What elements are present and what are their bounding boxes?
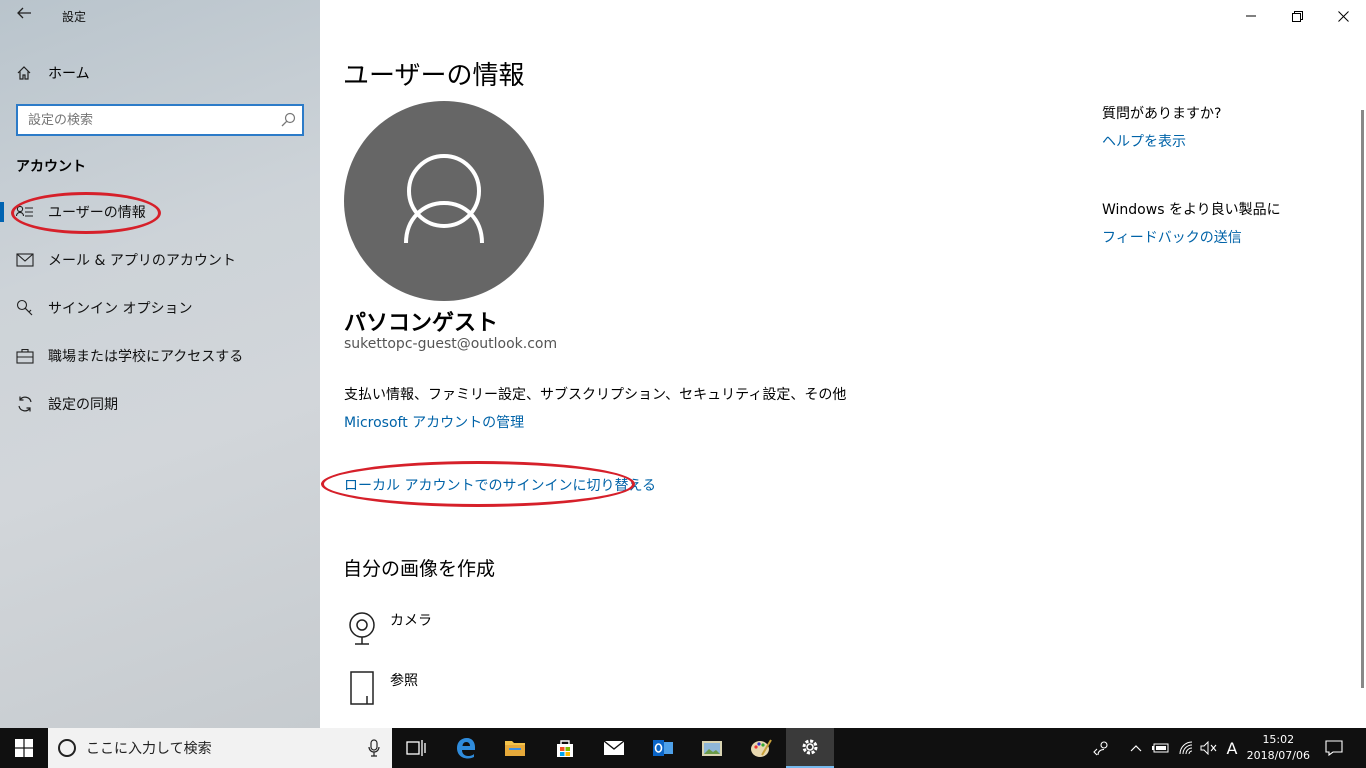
user-email: sukettopc-guest@outlook.com [344, 336, 558, 352]
create-picture-heading: 自分の画像を作成 [343, 558, 496, 580]
home-icon [16, 65, 32, 81]
window-title: 設定 [62, 10, 87, 24]
file-explorer-button[interactable] [491, 728, 539, 768]
taskbar-search[interactable]: ここに入力して検索 [48, 728, 392, 768]
help-question: 質問がありますか? [1102, 106, 1222, 122]
minimize-icon [1246, 15, 1256, 17]
browse-icon [344, 670, 380, 706]
settings-sidebar: 設定 ホーム アカウント ユーザーの情報 メール & アプリのアカウント サイン… [0, 0, 320, 728]
sidebar-item-sync[interactable]: 設定の同期 [0, 384, 320, 424]
paint-icon [751, 739, 772, 757]
settings-search[interactable] [16, 104, 304, 136]
sidebar-item-email-accounts[interactable]: メール & アプリのアカウント [0, 240, 320, 280]
show-hidden-icons-button[interactable] [1126, 728, 1146, 768]
sidebar-item-user-info[interactable]: ユーザーの情報 [0, 192, 320, 232]
scrollbar[interactable] [1361, 110, 1364, 688]
photo-viewer-icon [702, 741, 722, 756]
search-icon[interactable] [280, 112, 296, 128]
edge-icon [457, 738, 475, 759]
user-display-name: パソコンゲスト [344, 311, 499, 336]
page-title: ユーザーの情報 [343, 61, 525, 91]
minimize-button[interactable] [1228, 0, 1274, 32]
sidebar-item-sign-in-options[interactable]: サインイン オプション [0, 288, 320, 328]
main-content: ユーザーの情報 パソコンゲスト sukettopc-guest@outlook.… [320, 0, 1366, 728]
key-icon [16, 299, 34, 317]
mail-app-icon [603, 740, 625, 755]
camera-icon [344, 610, 380, 646]
taskbar: ここに入力して検索 A 15:02 2018/07/06 [0, 728, 1366, 768]
start-button[interactable] [0, 728, 48, 768]
edge-button[interactable] [442, 728, 490, 768]
user-info-icon [16, 203, 34, 221]
windows-logo-icon [15, 739, 33, 757]
feedback-title: Windows をより良い製品に [1102, 202, 1281, 218]
sync-icon [16, 395, 34, 413]
sidebar-item-label: メール & アプリのアカウント [48, 253, 236, 269]
account-description: 支払い情報、ファミリー設定、サブスクリプション、セキュリティ設定、その他 [344, 387, 847, 403]
battery-button[interactable] [1150, 728, 1172, 768]
settings-search-input[interactable] [18, 106, 268, 134]
people-icon [1093, 741, 1108, 756]
folder-icon [505, 741, 525, 756]
clock-time: 15:02 [1262, 733, 1295, 746]
cortana-icon [58, 739, 76, 757]
outlook-icon [653, 740, 673, 756]
volume-muted-icon [1200, 741, 1217, 755]
sidebar-item-label: 職場または学校にアクセスする [48, 349, 244, 365]
outlook-button[interactable] [639, 728, 687, 768]
chevron-up-icon [1130, 745, 1142, 752]
settings-app-button[interactable] [786, 728, 834, 768]
manage-microsoft-account-link[interactable]: Microsoft アカウントの管理 [344, 412, 524, 432]
browse-option-label: 参照 [390, 673, 418, 689]
task-view-icon [406, 740, 426, 756]
switch-local-account-link[interactable]: ローカル アカウントでのサインインに切り替える [344, 475, 656, 495]
photos-button[interactable] [688, 728, 736, 768]
network-button[interactable] [1176, 728, 1198, 768]
ime-indicator[interactable]: A [1222, 728, 1242, 768]
user-placeholder-icon [404, 154, 484, 244]
store-button[interactable] [541, 728, 589, 768]
sidebar-item-label: 設定の同期 [48, 397, 118, 413]
people-button[interactable] [1088, 728, 1116, 768]
restore-icon [1291, 10, 1303, 22]
microphone-icon[interactable] [368, 739, 380, 761]
gear-icon [802, 739, 818, 755]
clock-date: 2018/07/06 [1246, 749, 1310, 762]
mail-icon [16, 251, 34, 269]
camera-option-label: カメラ [390, 613, 432, 629]
help-link[interactable]: ヘルプを表示 [1102, 131, 1186, 151]
avatar [344, 101, 544, 301]
volume-button[interactable] [1198, 728, 1220, 768]
wifi-icon [1179, 741, 1193, 755]
store-icon [557, 740, 573, 757]
clock[interactable]: 15:02 2018/07/06 [1247, 732, 1310, 764]
battery-icon [1152, 743, 1169, 753]
sidebar-home[interactable]: ホーム [16, 60, 90, 86]
close-button[interactable] [1320, 0, 1366, 32]
back-button[interactable] [12, 4, 36, 28]
action-center-button[interactable] [1316, 728, 1352, 768]
sidebar-item-label: サインイン オプション [48, 301, 193, 317]
sidebar-home-label: ホーム [48, 66, 90, 82]
mail-app-button[interactable] [590, 728, 638, 768]
notification-icon [1325, 740, 1343, 756]
sidebar-item-label: ユーザーの情報 [48, 205, 146, 221]
feedback-link[interactable]: フィードバックの送信 [1102, 227, 1242, 247]
close-icon [1337, 10, 1349, 22]
sidebar-section-title: アカウント [16, 159, 86, 175]
sidebar-item-work-school[interactable]: 職場または学校にアクセスする [0, 336, 320, 376]
restore-button[interactable] [1274, 0, 1320, 32]
paint-button[interactable] [737, 728, 785, 768]
browse-option[interactable]: 参照 [344, 670, 418, 706]
taskbar-search-placeholder: ここに入力して検索 [86, 741, 212, 757]
briefcase-icon [16, 347, 34, 365]
back-arrow-icon [17, 7, 31, 19]
task-view-button[interactable] [392, 728, 440, 768]
camera-option[interactable]: カメラ [344, 610, 432, 646]
